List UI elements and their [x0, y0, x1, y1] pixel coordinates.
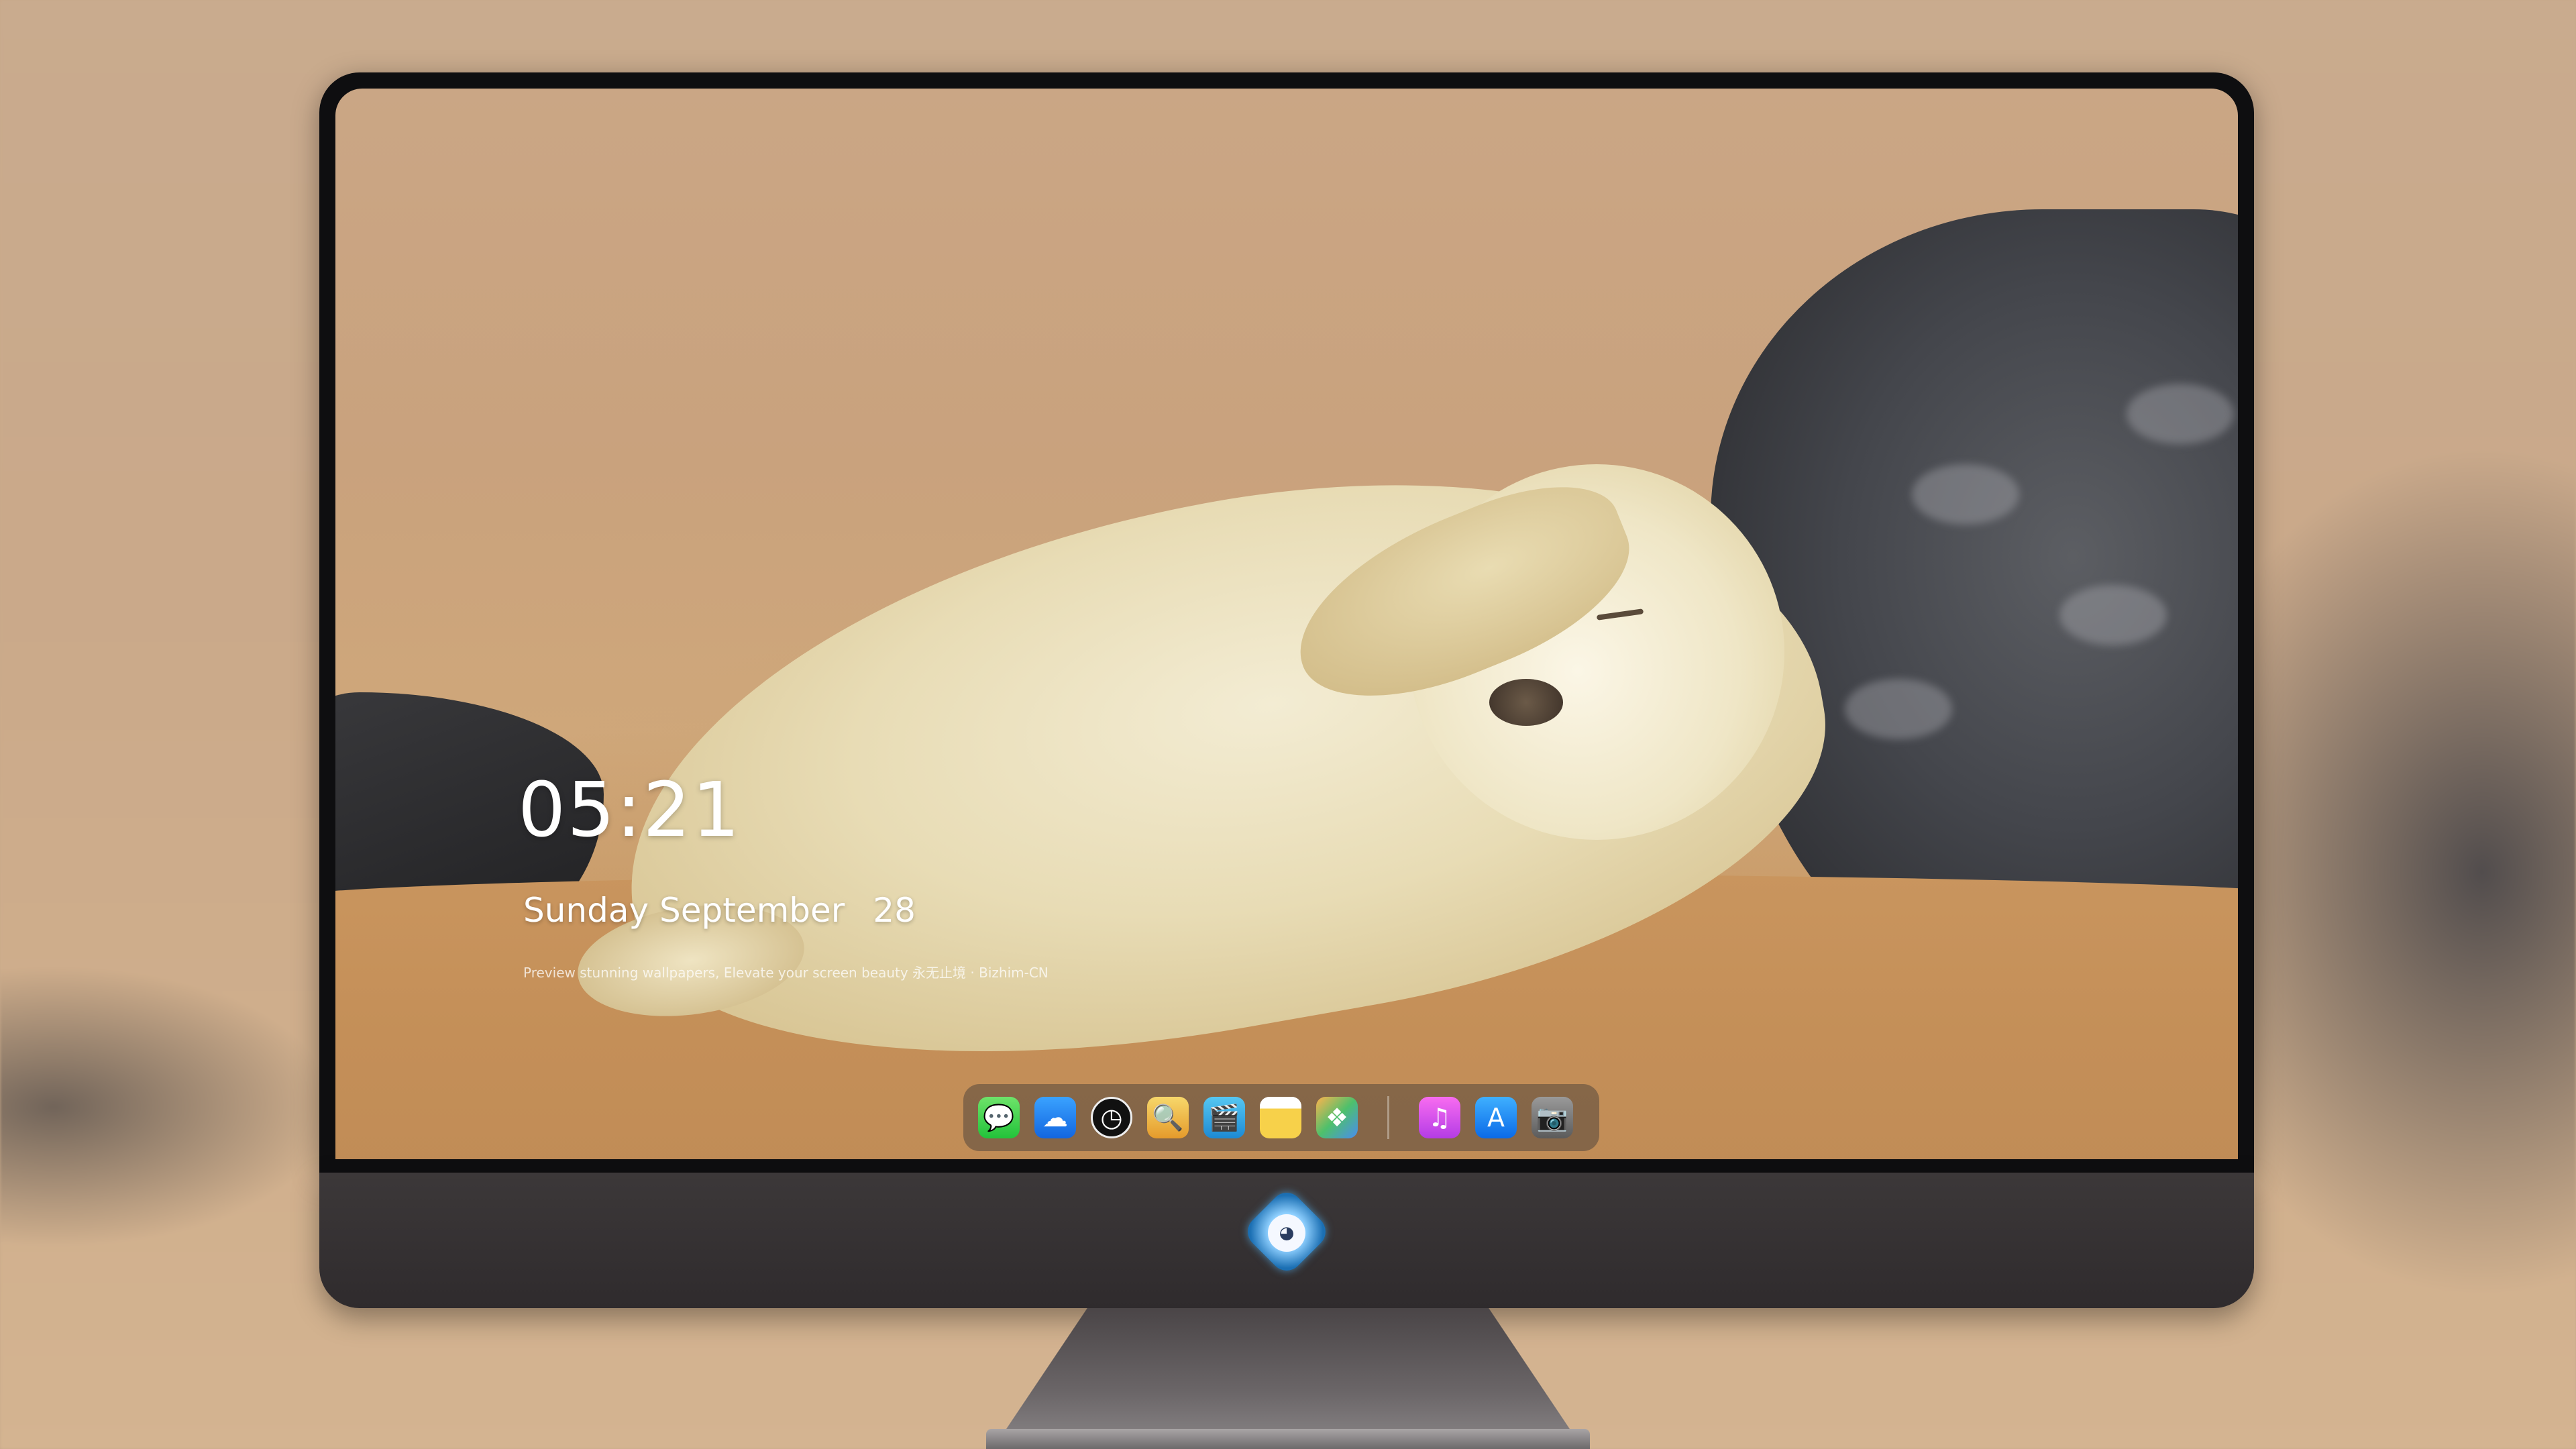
cloud-sun-icon: ☁ [1042, 1103, 1068, 1132]
music-note-icon: ♫ [1428, 1103, 1452, 1132]
dock-app-notes[interactable] [1260, 1097, 1301, 1138]
clapperboard-icon: 🎬 [1208, 1102, 1240, 1132]
message-bubble-icon: 💬 [983, 1102, 1015, 1132]
rock-texture [1912, 464, 2019, 525]
dock-app-messages[interactable]: 💬 [978, 1097, 1020, 1138]
monitor-stand [993, 1308, 1583, 1449]
preview-icon: 🔍 [1152, 1102, 1184, 1132]
dock-app-photos[interactable]: ❖ [1316, 1097, 1358, 1138]
imac-monitor: 05:21 Sunday September 28 Preview stunni… [319, 72, 2254, 1308]
dock-separator [1387, 1096, 1389, 1139]
wallpaper-caption: Preview stunning wallpapers, Elevate you… [523, 965, 1049, 981]
lock-weekday: Sunday [523, 891, 649, 930]
monitor-stand-base [986, 1429, 1590, 1449]
photos-icon: ❖ [1325, 1103, 1349, 1132]
lock-clock: 05:21 [518, 767, 741, 854]
rock-texture [2127, 384, 2234, 444]
dock-app-music[interactable]: ♫ [1419, 1097, 1460, 1138]
clock-icon: ◷ [1100, 1103, 1123, 1132]
monitor-chin: ◕ [319, 1173, 2254, 1308]
mascot-face-icon: ◕ [1268, 1214, 1305, 1252]
dock-app-clips[interactable]: 🎬 [1203, 1097, 1245, 1138]
wallpaper-seal-nose [1489, 679, 1563, 726]
lock-month: September [659, 891, 845, 930]
app-store-icon: A [1487, 1103, 1505, 1132]
wallpaper-rock-right [1711, 209, 2238, 981]
dock-app-weather[interactable]: ☁ [1034, 1097, 1076, 1138]
dock-app-clock[interactable]: ◷ [1091, 1097, 1132, 1138]
rock-texture [1845, 679, 1952, 739]
dock-app-app-store[interactable]: A [1475, 1097, 1517, 1138]
dock-app-preview[interactable]: 🔍 [1147, 1097, 1189, 1138]
lock-date: Sunday September 28 [523, 894, 916, 927]
dock-app-camera[interactable]: 📷 [1532, 1097, 1573, 1138]
camera-icon: 📷 [1536, 1102, 1568, 1132]
monitor-bezel: 05:21 Sunday September 28 Preview stunni… [319, 72, 2254, 1173]
dock: 💬 ☁ ◷ 🔍 🎬 ❖ ♫ A 📷 [963, 1084, 1599, 1151]
rock-texture [2059, 585, 2167, 645]
lock-screen[interactable]: 05:21 Sunday September 28 Preview stunni… [335, 89, 2238, 1159]
lock-day: 28 [873, 891, 916, 930]
